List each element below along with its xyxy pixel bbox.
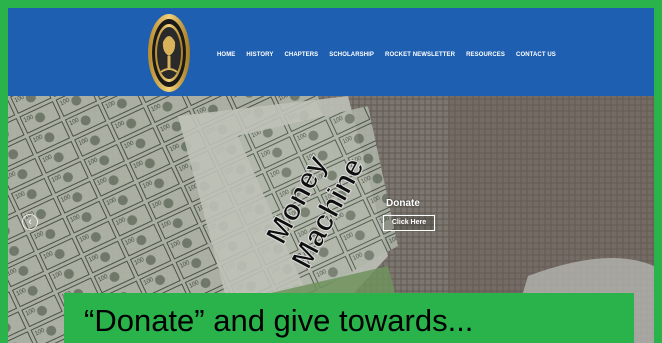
main-nav: HOME HISTORY CHAPTERS SCHOLARSHIP ROCKET… [217,52,567,58]
hero-title: Donate [386,198,420,209]
caption-text: “Donate” and give towards... [84,303,474,338]
caption-banner: “Donate” and give towards... [64,293,634,343]
nav-history[interactable]: HISTORY [246,52,273,58]
donate-click-here-button[interactable]: Click Here [383,215,435,231]
nav-scholarship[interactable]: SCHOLARSHIP [329,52,374,58]
slider-prev-arrow-icon[interactable]: ‹ [22,214,38,230]
nav-contact-us[interactable]: CONTACT US [516,52,556,58]
nav-rocket-newsletter[interactable]: ROCKET NEWSLETTER [385,52,455,58]
nav-home[interactable]: HOME [217,52,235,58]
site-navbar: HOME HISTORY CHAPTERS SCHOLARSHIP ROCKET… [8,8,654,98]
rocks-logo-icon[interactable] [146,12,192,94]
nav-chapters[interactable]: CHAPTERS [284,52,318,58]
nav-resources[interactable]: RESOURCES [466,52,505,58]
